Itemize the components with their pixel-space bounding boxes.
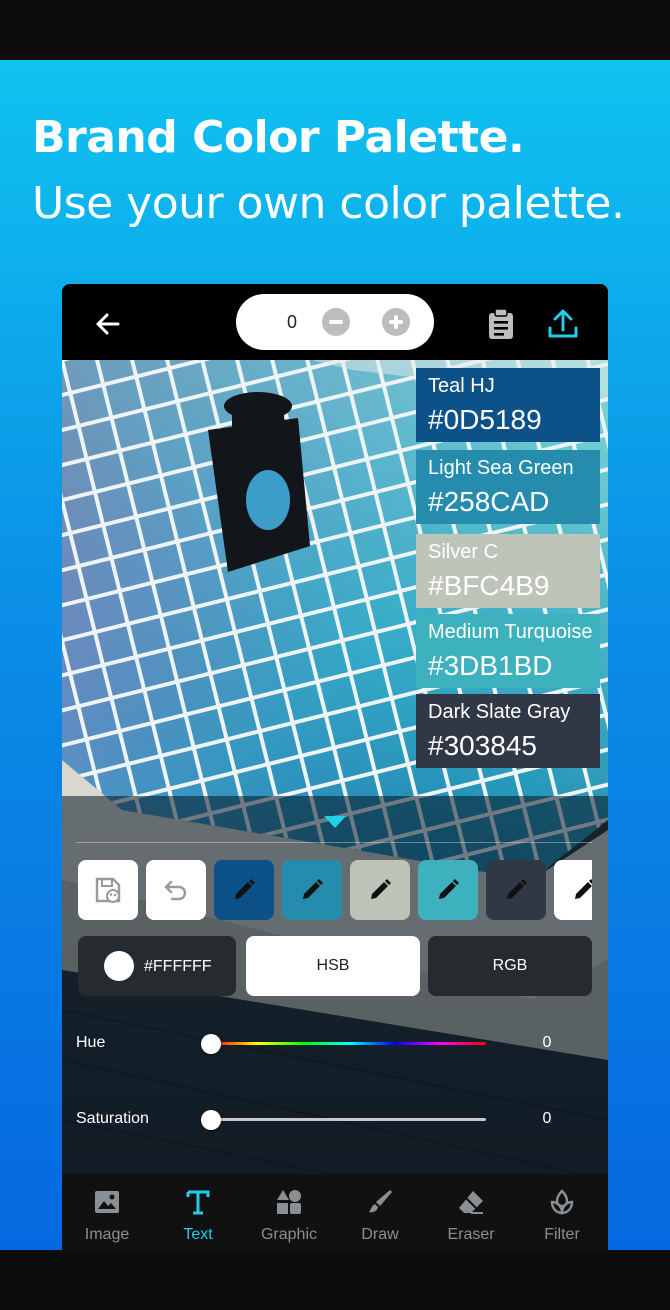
color-panel: #FFFFFF HSB RGB Hue 0 Saturation 0 [62, 796, 608, 1174]
brush-icon [369, 1190, 392, 1213]
swatch-hex: #3DB1BD [428, 649, 553, 681]
palette-color-button[interactable] [350, 860, 410, 920]
swatch-name: Silver C [428, 540, 499, 563]
swatch-hex: #303845 [428, 729, 538, 761]
swatch-label[interactable]: Silver C #BFC4B9 [416, 534, 600, 608]
saturation-slider-track[interactable] [212, 1118, 486, 1121]
plus-button[interactable] [382, 308, 410, 336]
current-color-hex: #FFFFFF [144, 958, 212, 975]
image-icon [95, 1191, 119, 1213]
swatch-hex: #BFC4B9 [428, 569, 550, 601]
saturation-label: Saturation [76, 1110, 149, 1127]
swatch-hex: #258CAD [428, 485, 550, 517]
swatch-name: Light Sea Green [428, 456, 574, 479]
undo-button[interactable] [146, 860, 206, 920]
color-mode-row: #FFFFFF HSB RGB [78, 936, 592, 996]
scroll-track [76, 842, 592, 843]
palette-color-button[interactable] [554, 860, 592, 920]
scroll-indicator[interactable] [324, 816, 346, 828]
status-bar-area [0, 0, 670, 60]
back-arrow-icon[interactable] [92, 308, 124, 340]
swatch-label[interactable]: Teal HJ #0D5189 [416, 368, 600, 442]
saturation-value: 0 [542, 1110, 552, 1127]
upload-share-icon[interactable] [546, 308, 580, 340]
swatch-label[interactable]: Light Sea Green #258CAD [416, 450, 600, 524]
current-color-box[interactable]: #FFFFFF [78, 936, 236, 996]
pencil-icon [235, 879, 255, 899]
system-nav-area [0, 1250, 670, 1310]
nav-label: Image [84, 1226, 130, 1243]
undo-icon [164, 880, 187, 901]
clipboard-icon[interactable] [486, 308, 516, 340]
counter-value: 0 [286, 312, 297, 332]
swatch-label[interactable]: Medium Turquoise #3DB1BD [416, 614, 600, 688]
pencil-icon [507, 879, 527, 899]
size-counter: 0 [236, 294, 434, 350]
swatch-name: Teal HJ [428, 374, 495, 397]
promo-headline: Brand Color Palette. [32, 112, 525, 163]
top-toolbar: 0 [62, 284, 608, 360]
palette-row [78, 860, 592, 922]
palette-color-button[interactable] [214, 860, 274, 920]
nav-image[interactable]: Image [62, 1174, 152, 1250]
editing-canvas[interactable]: Teal HJ #0D5189 Light Sea Green #258CAD … [62, 360, 608, 1250]
palette-color-button[interactable] [282, 860, 342, 920]
hsb-tab[interactable]: HSB [246, 936, 420, 996]
text-icon [186, 1190, 210, 1215]
minus-button[interactable] [322, 308, 350, 336]
swatch-label[interactable]: Dark Slate Gray #303845 [416, 694, 600, 768]
nav-eraser[interactable]: Eraser [426, 1174, 516, 1250]
pencil-icon [303, 879, 323, 899]
bottom-navigation: Image Text Graphic Draw Eraser Filter [62, 1174, 608, 1250]
nav-label: Text [183, 1226, 213, 1243]
palette-color-button[interactable] [418, 860, 478, 920]
eraser-icon [459, 1191, 483, 1214]
nav-draw[interactable]: Draw [335, 1174, 425, 1250]
rgb-tab[interactable]: RGB [428, 936, 592, 996]
nav-graphic[interactable]: Graphic [244, 1174, 334, 1250]
pencil-icon [439, 879, 459, 899]
nav-label: Draw [361, 1226, 399, 1243]
pencil-icon [371, 879, 391, 899]
hue-slider-track[interactable] [212, 1042, 486, 1045]
app-screen: 0 Teal HJ #0D5189 Light Sea Green #258CA… [62, 284, 608, 1250]
nav-text[interactable]: Text [153, 1174, 243, 1250]
graphic-shapes-icon [277, 1190, 301, 1214]
swatch-name: Medium Turquoise [428, 620, 593, 643]
nav-filter[interactable]: Filter [517, 1174, 607, 1250]
nav-label: Eraser [447, 1226, 495, 1243]
promo-subline: Use your own color palette. [32, 178, 625, 229]
hue-label: Hue [76, 1034, 106, 1051]
palette-color-button[interactable] [486, 860, 546, 920]
hue-slider-thumb[interactable] [201, 1034, 221, 1054]
nav-label: Graphic [260, 1226, 318, 1243]
filter-flower-icon [550, 1189, 574, 1215]
swatch-name: Dark Slate Gray [428, 700, 571, 723]
nav-label: Filter [544, 1226, 580, 1243]
swatch-hex: #0D5189 [428, 403, 542, 435]
hue-value: 0 [542, 1034, 552, 1051]
pencil-icon [575, 879, 592, 899]
save-palette-button[interactable] [78, 860, 138, 920]
current-color-dot [104, 951, 134, 981]
saturation-slider-thumb[interactable] [201, 1110, 221, 1130]
save-palette-icon [95, 877, 121, 903]
